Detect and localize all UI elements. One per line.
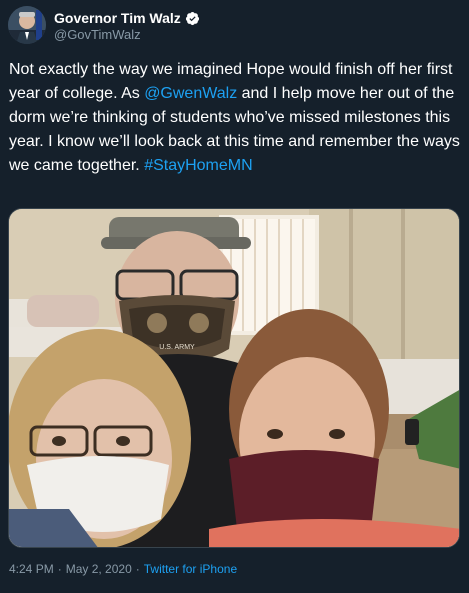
user-handle[interactable]: @GovTimWalz (54, 27, 141, 42)
tweet-footer: 4:24 PM · May 2, 2020 · Twitter for iPhone (9, 562, 237, 576)
tweet-container: Governor Tim Walz @GovTimWalz Not exactl… (0, 0, 469, 593)
profile-avatar[interactable] (8, 6, 46, 44)
footer-separator: · (57, 562, 62, 576)
tweet-source-link[interactable]: Twitter for iPhone (144, 562, 237, 576)
name-row: Governor Tim Walz (54, 10, 200, 26)
dorm-selfie-photo[interactable]: U.S. ARMY ~~ (8, 208, 460, 548)
avatar-image-icon (8, 6, 46, 44)
tweet-text: Not exactly the way we imagined Hope wou… (9, 58, 461, 178)
tweet-date[interactable]: May 2, 2020 (66, 562, 132, 576)
mention-link[interactable]: @GwenWalz (144, 85, 237, 102)
display-name[interactable]: Governor Tim Walz (54, 10, 181, 26)
photo-illustration: U.S. ARMY ~~ (9, 209, 459, 547)
footer-separator-2: · (135, 562, 140, 576)
tweet-time[interactable]: 4:24 PM (9, 562, 54, 576)
hashtag-link[interactable]: #StayHomeMN (144, 157, 252, 174)
mask-army-text: U.S. ARMY (159, 344, 195, 351)
tweet-header: Governor Tim Walz @GovTimWalz (8, 6, 469, 46)
verified-badge-icon (185, 11, 200, 26)
